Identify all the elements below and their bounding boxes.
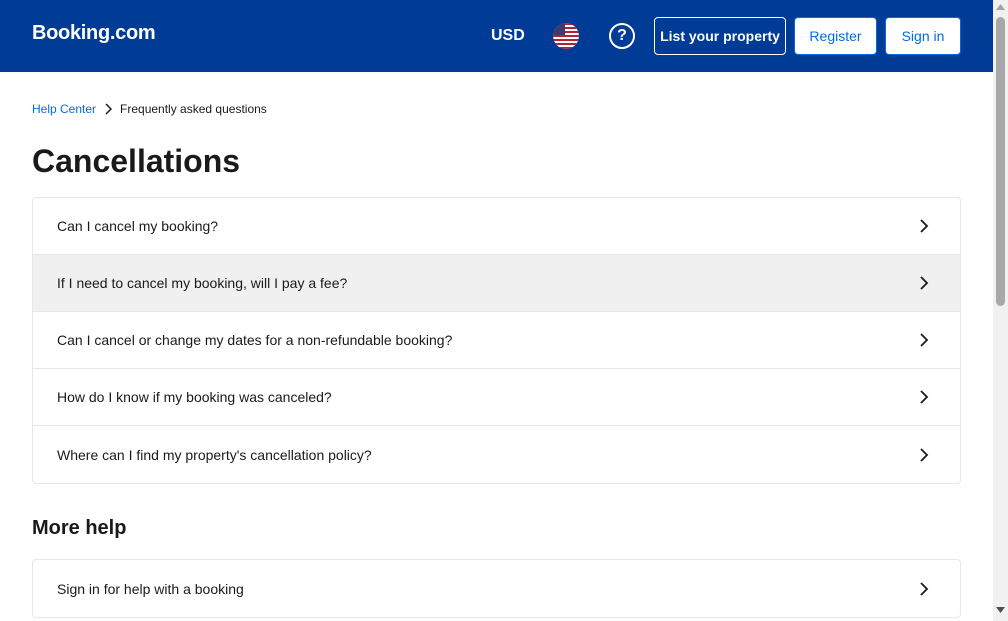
faq-question: Where can I find my property's cancellat… [57, 446, 372, 463]
faq-item[interactable]: How do I know if my booking was canceled… [33, 369, 960, 426]
page: Booking.com USD ? List your property Reg… [0, 0, 1008, 621]
faq-item[interactable]: Where can I find my property's cancellat… [33, 426, 960, 483]
chevron-right-icon [104, 103, 113, 115]
chevron-right-icon [920, 219, 929, 233]
page-title: Cancellations [32, 143, 241, 179]
more-help-label: Sign in for help with a booking [57, 580, 244, 597]
faq-item[interactable]: Can I cancel or change my dates for a no… [33, 312, 960, 369]
cancellations-faq-list: Can I cancel my booking? If I need to ca… [32, 197, 961, 484]
vertical-scrollbar[interactable] [993, 0, 1008, 621]
list-property-button[interactable]: List your property [654, 17, 786, 55]
currency-selector[interactable]: USD [491, 27, 525, 45]
breadcrumb-current: Frequently asked questions [120, 102, 267, 116]
scroll-up-arrow-icon[interactable] [993, 4, 1008, 14]
faq-question: How do I know if my booking was canceled… [57, 389, 332, 405]
sign-in-button[interactable]: Sign in [885, 17, 961, 55]
scroll-down-arrow-icon[interactable] [993, 607, 1008, 617]
chevron-right-icon [920, 276, 929, 290]
language-flag-button[interactable] [553, 23, 579, 49]
faq-item[interactable]: Can I cancel my booking? [33, 198, 960, 255]
chevron-right-icon [920, 333, 929, 347]
top-header: Booking.com USD ? List your property Reg… [0, 0, 993, 72]
faq-question: Can I cancel or change my dates for a no… [57, 332, 453, 348]
help-button[interactable]: ? [609, 23, 635, 49]
more-help-item[interactable]: Sign in for help with a booking [33, 560, 960, 617]
booking-logo[interactable]: Booking.com [32, 22, 156, 45]
us-flag-icon [553, 23, 579, 49]
question-mark-icon: ? [617, 27, 627, 44]
breadcrumb: Help Center Frequently asked questions [32, 102, 267, 116]
breadcrumb-help-center[interactable]: Help Center [32, 102, 96, 116]
register-button[interactable]: Register [794, 17, 877, 55]
chevron-right-icon [920, 390, 929, 404]
faq-question: Can I cancel my booking? [57, 218, 219, 234]
chevron-right-icon [920, 447, 929, 462]
more-help-list: Sign in for help with a booking [32, 559, 961, 618]
faq-item[interactable]: If I need to cancel my booking, will I p… [33, 255, 960, 312]
scrollbar-thumb[interactable] [996, 17, 1005, 306]
more-help-title: More help [32, 517, 127, 539]
chevron-right-icon [920, 581, 929, 596]
faq-question: If I need to cancel my booking, will I p… [57, 275, 348, 291]
